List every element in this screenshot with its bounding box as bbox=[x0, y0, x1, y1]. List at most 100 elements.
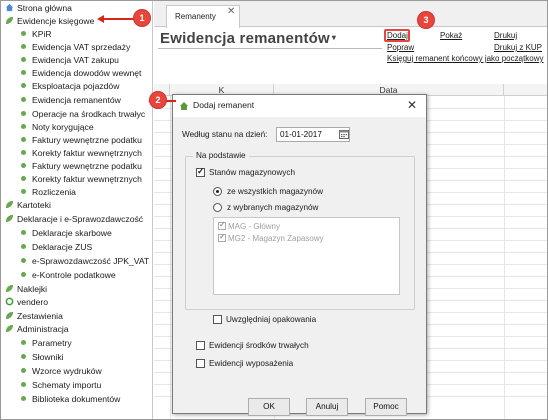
sidebar-item-noty[interactable]: Noty korygujące bbox=[21, 121, 94, 134]
sidebar-item-faktury-wewn-1[interactable]: Faktury wewnętrzne podatku bbox=[21, 134, 142, 147]
sidebar-item-dowodow-wewnet[interactable]: Ewidencja dowodów wewnęt bbox=[21, 67, 141, 80]
radio-all-label: ze wszystkich magazynów bbox=[227, 187, 324, 196]
bullet-icon bbox=[21, 244, 26, 249]
sidebar-item-deklaracje-zus[interactable]: Deklaracje ZUS bbox=[21, 241, 92, 254]
sidebar-item-korekty-1[interactable]: Korekty faktur wewnętrznych bbox=[21, 147, 142, 160]
sidebar-item-wzorce[interactable]: Wzorce wydruków bbox=[21, 365, 102, 378]
sidebar-item-slowniki[interactable]: Słowniki bbox=[21, 351, 64, 364]
bullet-icon bbox=[21, 382, 26, 387]
warehouse-label: MG2 - Magazyn Zapasowy bbox=[228, 234, 324, 243]
bullet-icon bbox=[21, 189, 26, 194]
drukuj-link[interactable]: Drukuj bbox=[494, 31, 517, 40]
tab-close-icon[interactable]: ✕ bbox=[227, 6, 235, 17]
ok-button[interactable]: OK bbox=[248, 398, 290, 416]
sidebar-item-korekty-2[interactable]: Korekty faktur wewnętrznych bbox=[21, 173, 142, 186]
page-title[interactable]: Ewidencja remanentów ▾ bbox=[160, 30, 336, 47]
sidebar-item-rozliczenia[interactable]: Rozliczenia bbox=[21, 186, 76, 199]
sidebar-item-label: Schematy importu bbox=[32, 380, 102, 390]
dialog-titlebar[interactable]: Dodaj remanent ✕ bbox=[173, 95, 426, 117]
srodki-trwale-checkbox[interactable] bbox=[196, 341, 205, 350]
sidebar-item-biblioteka[interactable]: Biblioteka dokumentów bbox=[21, 393, 120, 406]
bullet-icon bbox=[21, 396, 26, 401]
sidebar-item-schematy[interactable]: Schematy importu bbox=[21, 379, 101, 392]
sidebar-item-naklejki[interactable]: Naklejki bbox=[5, 283, 47, 296]
sidebar-item-kpir[interactable]: KPiR bbox=[21, 28, 52, 41]
sidebar-item-e-kontrole[interactable]: e-Kontrole podatkowe bbox=[21, 269, 116, 282]
pokaz-link[interactable]: Pokaż bbox=[440, 31, 462, 40]
sidebar-item-label: Korekty faktur wewnętrznych bbox=[32, 148, 142, 158]
opakowania-label: Uwzględniaj opakowania bbox=[226, 315, 317, 324]
sidebar-item-parametry[interactable]: Parametry bbox=[21, 337, 72, 350]
sidebar-item-kartoteki[interactable]: Kartoteki bbox=[5, 199, 51, 212]
bullet-icon bbox=[21, 368, 26, 373]
stany-magazynowe-label: Stanów magazynowych bbox=[209, 168, 296, 177]
anuluj-button[interactable]: Anuluj bbox=[306, 398, 348, 416]
sidebar-item-label: Naklejki bbox=[17, 284, 48, 294]
sidebar-item-srodki-trwale[interactable]: Operacje na środkach trwałyc bbox=[21, 108, 145, 121]
dialog-body: Według stanu na dzień: Na podstawie Stan… bbox=[173, 117, 426, 416]
stany-magazynowe-checkbox[interactable] bbox=[196, 166, 205, 177]
popraw-link[interactable]: Popraw bbox=[387, 43, 414, 52]
radio-selected-label: z wybranych magazynów bbox=[227, 203, 319, 212]
sidebar-item-home[interactable]: Strona główna bbox=[5, 2, 72, 15]
sidebar-item-label: e-Sprawozdawczość JPK_VAT bbox=[32, 256, 150, 266]
warehouse-item[interactable]: MAG - Główny bbox=[218, 220, 280, 233]
sidebar-item-zestawienia[interactable]: Zestawienia bbox=[5, 310, 63, 323]
bullet-icon bbox=[21, 70, 26, 75]
bullet-icon bbox=[21, 97, 26, 102]
sidebar-item-jpk-vat[interactable]: e-Sprawozdawczość JPK_VAT bbox=[21, 255, 149, 268]
bullet-icon bbox=[21, 137, 26, 142]
sidebar-item-label: Ewidencja VAT sprzedaży bbox=[32, 42, 131, 52]
sidebar-item-label: Deklaracje ZUS bbox=[32, 242, 93, 252]
sidebar-item-deklaracje[interactable]: Deklaracje i e-Sprawozdawczość bbox=[5, 213, 143, 226]
sidebar-item-vendero[interactable]: vendero bbox=[5, 296, 48, 309]
dodaj-highlight bbox=[384, 29, 410, 42]
ksieguj-link[interactable]: Księguj remanent końcowy jako początkowy bbox=[387, 54, 544, 63]
bullet-icon bbox=[21, 31, 26, 36]
leaf-icon bbox=[5, 324, 14, 333]
sidebar-item-label: Ewidencja remanentów bbox=[32, 95, 121, 105]
tab-bar: Remanenty bbox=[154, 1, 547, 28]
warehouse-item[interactable]: MG2 - Magazyn Zapasowy bbox=[218, 232, 324, 245]
sidebar-item-label: Noty korygujące bbox=[32, 122, 94, 132]
sidebar-item-label: Parametry bbox=[32, 338, 72, 348]
bullet-icon bbox=[21, 230, 26, 235]
sidebar-item-vat-sprzedazy[interactable]: Ewidencja VAT sprzedaży bbox=[21, 41, 130, 54]
warehouse-checkbox[interactable] bbox=[218, 232, 226, 242]
warehouse-list[interactable]: MAG - Główny MG2 - Magazyn Zapasowy bbox=[213, 217, 400, 295]
navigation-sidebar: Strona główna Ewidencje księgowe KPiR Ew… bbox=[1, 1, 153, 419]
radio-selected-warehouses[interactable] bbox=[213, 203, 222, 212]
sidebar-item-administracja[interactable]: Administracja bbox=[5, 323, 69, 336]
bullet-icon bbox=[21, 354, 26, 359]
sidebar-item-ewidencje-ksiegowe[interactable]: Ewidencje księgowe bbox=[5, 15, 94, 28]
grid-header-extra bbox=[504, 84, 547, 96]
date-label: Według stanu na dzień: bbox=[182, 130, 268, 139]
tab-label: Remanenty bbox=[175, 12, 216, 21]
bullet-icon bbox=[21, 44, 26, 49]
sidebar-item-label: Deklaracje skarbowe bbox=[32, 228, 112, 238]
leaf-icon bbox=[5, 311, 14, 320]
sidebar-item-remanentow[interactable]: Ewidencja remanentów bbox=[21, 94, 121, 107]
drukuj-kup-link[interactable]: Drukuj z KUP bbox=[494, 43, 542, 52]
page-title-text: Ewidencja remanentów bbox=[160, 30, 330, 47]
dialog-title: Dodaj remanent bbox=[193, 100, 255, 110]
opakowania-checkbox[interactable] bbox=[213, 315, 222, 324]
bullet-icon bbox=[21, 272, 26, 277]
sidebar-item-label: Administracja bbox=[17, 324, 69, 334]
calendar-icon[interactable] bbox=[339, 129, 349, 139]
close-icon[interactable]: ✕ bbox=[407, 98, 417, 112]
sidebar-item-eksploatacja[interactable]: Eksploatacja pojazdów bbox=[21, 80, 119, 93]
sidebar-item-label: KPiR bbox=[32, 29, 52, 39]
wyposazenie-label: Ewidencji wyposażenia bbox=[209, 359, 294, 368]
radio-all-warehouses[interactable] bbox=[213, 187, 222, 196]
wyposazenie-checkbox[interactable] bbox=[196, 359, 205, 368]
sidebar-item-label: Rozliczenia bbox=[32, 187, 76, 197]
sidebar-item-vat-zakupu[interactable]: Ewidencja VAT zakupu bbox=[21, 54, 119, 67]
pomoc-button[interactable]: Pomoc bbox=[365, 398, 407, 416]
sidebar-item-label: Faktury wewnętrzne podatku bbox=[32, 135, 142, 145]
warehouse-checkbox[interactable] bbox=[218, 220, 226, 230]
home-icon bbox=[180, 102, 188, 110]
sidebar-item-deklaracje-skarbowe[interactable]: Deklaracje skarbowe bbox=[21, 227, 112, 240]
sidebar-item-faktury-wewn-2[interactable]: Faktury wewnętrzne podatku bbox=[21, 160, 142, 173]
arrow-line bbox=[104, 18, 134, 20]
